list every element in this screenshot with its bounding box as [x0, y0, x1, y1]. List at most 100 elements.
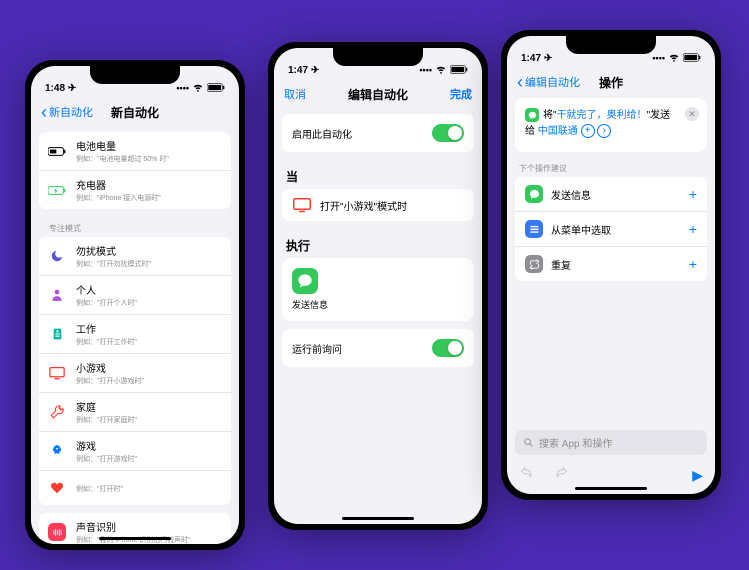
row-title: 游戏	[76, 438, 222, 453]
add-recipient-button[interactable]: +	[581, 124, 595, 138]
enable-automation-row: 启用此自动化	[282, 114, 474, 152]
row-subtitle: 例如："打开时"	[76, 484, 222, 494]
row-title: 小游戏	[76, 360, 222, 375]
row-subtitle: 例如："打开个人时"	[76, 298, 222, 308]
time: 1:47	[288, 65, 308, 76]
do-header: 执行	[282, 229, 474, 258]
condition-label: 打开"小游戏"模式时	[320, 198, 407, 213]
suggestion-repeat[interactable]: 重复+	[515, 247, 707, 281]
wifi-icon	[192, 82, 204, 94]
back-label: 新自动化	[49, 104, 93, 120]
ask-before-row: 运行前询问	[282, 329, 474, 367]
back-label: 编辑自动化	[525, 74, 580, 90]
phone-actions: 1:47✈︎ •••• 编辑自动化 操作 将"干就完了，奥利给！"发送 给 中国…	[501, 30, 721, 500]
add-suggestion-button[interactable]: +	[689, 221, 697, 237]
home-indicator[interactable]	[575, 487, 647, 490]
work-icon	[48, 327, 66, 341]
section-focus: 专注模式	[39, 217, 231, 237]
enable-label: 启用此自动化	[292, 126, 432, 141]
list-item-charger[interactable]: 充电器例如："iPhone 接入电源时"	[39, 171, 231, 209]
focus-item-wrench[interactable]: 家庭例如："打开家庭时"	[39, 393, 231, 432]
row-title: 家庭	[76, 399, 222, 414]
home-indicator[interactable]	[342, 517, 414, 520]
focus-item-moon[interactable]: 勿扰模式例如："打开勿扰模式时"	[39, 237, 231, 276]
condition-row[interactable]: 打开"小游戏"模式时	[282, 189, 474, 221]
suggestions-label: 下个操作建议	[515, 158, 707, 177]
done-button[interactable]: 完成	[450, 86, 472, 102]
heart-icon	[48, 481, 66, 495]
location-icon: ✈︎	[68, 83, 76, 94]
notch	[566, 36, 656, 54]
battery-icon	[48, 144, 66, 158]
action-send-message-card[interactable]: 将"干就完了，奥利给！"发送 给 中国联通 + › ✕	[515, 98, 707, 152]
signal-icon: ••••	[176, 83, 189, 93]
row-title: 电池电量	[76, 138, 222, 153]
home-indicator[interactable]	[99, 537, 171, 540]
wifi-icon	[668, 52, 680, 64]
row-subtitle: 例如："打开工作时"	[76, 337, 222, 347]
row-title: 工作	[76, 321, 222, 336]
suggestion-bubble[interactable]: 发送信息+	[515, 177, 707, 212]
recipient-token[interactable]: 中国联通	[538, 126, 578, 137]
add-suggestion-button[interactable]: +	[689, 186, 697, 202]
battery-icon	[450, 65, 468, 76]
nav-bar: 编辑自动化 操作	[507, 66, 715, 98]
undo-button[interactable]	[519, 465, 535, 486]
redo-button[interactable]	[553, 465, 569, 486]
nav-bar: 新自动化 新自动化	[31, 96, 239, 128]
row-title: 声音识别	[76, 519, 222, 534]
back-button[interactable]: 编辑自动化	[517, 73, 580, 91]
charger-icon	[48, 183, 66, 197]
text-static: 给	[525, 126, 535, 137]
notch	[333, 48, 423, 66]
list-icon	[525, 220, 543, 238]
focus-item-rocket[interactable]: 游戏例如："打开游戏时"	[39, 432, 231, 471]
enable-toggle[interactable]	[432, 124, 464, 142]
page-title: 编辑自动化	[348, 86, 408, 103]
ask-toggle[interactable]	[432, 339, 464, 357]
focus-item-work[interactable]: 工作例如："打开工作时"	[39, 315, 231, 354]
list-item-battery[interactable]: 电池电量例如："电池电量超过 50% 时"	[39, 132, 231, 171]
row-subtitle: 例如："电池电量超过 50% 时"	[76, 154, 222, 164]
wrench-icon	[48, 405, 66, 419]
expand-button[interactable]: ›	[597, 124, 611, 138]
cancel-button[interactable]: 取消	[284, 86, 306, 102]
back-button[interactable]: 新自动化	[41, 103, 93, 121]
focus-item-heart[interactable]: 例如："打开时"	[39, 471, 231, 505]
messages-icon	[525, 108, 539, 122]
signal-icon: ••••	[652, 53, 665, 63]
signal-icon: ••••	[419, 65, 432, 75]
when-header: 当	[282, 160, 474, 189]
row-title: 勿扰模式	[76, 243, 222, 258]
page-title: 操作	[599, 74, 623, 91]
display-icon	[292, 197, 312, 213]
suggestion-label: 从菜单中选取	[551, 222, 689, 237]
ask-label: 运行前询问	[292, 341, 432, 356]
row-subtitle: 例如："打开游戏时"	[76, 454, 222, 464]
focus-item-display[interactable]: 小游戏例如："打开小游戏时"	[39, 354, 231, 393]
action-send-message[interactable]: 发送信息	[282, 258, 474, 321]
bubble-icon	[525, 185, 543, 203]
rocket-icon	[48, 444, 66, 458]
message-token[interactable]: 干就完了，奥利给！	[557, 110, 647, 121]
wifi-icon	[435, 64, 447, 76]
battery-icon	[683, 53, 701, 64]
search-icon	[523, 437, 534, 448]
add-suggestion-button[interactable]: +	[689, 256, 697, 272]
search-placeholder: 搜索 App 和操作	[539, 435, 612, 450]
suggestion-label: 重复	[551, 257, 689, 272]
person-icon	[48, 288, 66, 302]
row-subtitle: 例如："打开家庭时"	[76, 415, 222, 425]
suggestion-list[interactable]: 从菜单中选取+	[515, 212, 707, 247]
focus-item-person[interactable]: 个人例如："打开个人时"	[39, 276, 231, 315]
row-title: 个人	[76, 282, 222, 297]
run-button[interactable]: ▶	[692, 467, 703, 484]
search-input[interactable]: 搜索 App 和操作	[515, 430, 707, 455]
location-icon: ✈︎	[544, 53, 552, 64]
row-subtitle: 例如："打开小游戏时"	[76, 376, 222, 386]
phone-edit-automation: 1:47✈︎ •••• 取消 编辑自动化 完成 启用此自动化 当	[268, 42, 488, 530]
location-icon: ✈︎	[311, 65, 319, 76]
action-label: 发送信息	[292, 298, 464, 311]
page-title: 新自动化	[111, 104, 159, 121]
remove-action-button[interactable]: ✕	[685, 107, 699, 121]
